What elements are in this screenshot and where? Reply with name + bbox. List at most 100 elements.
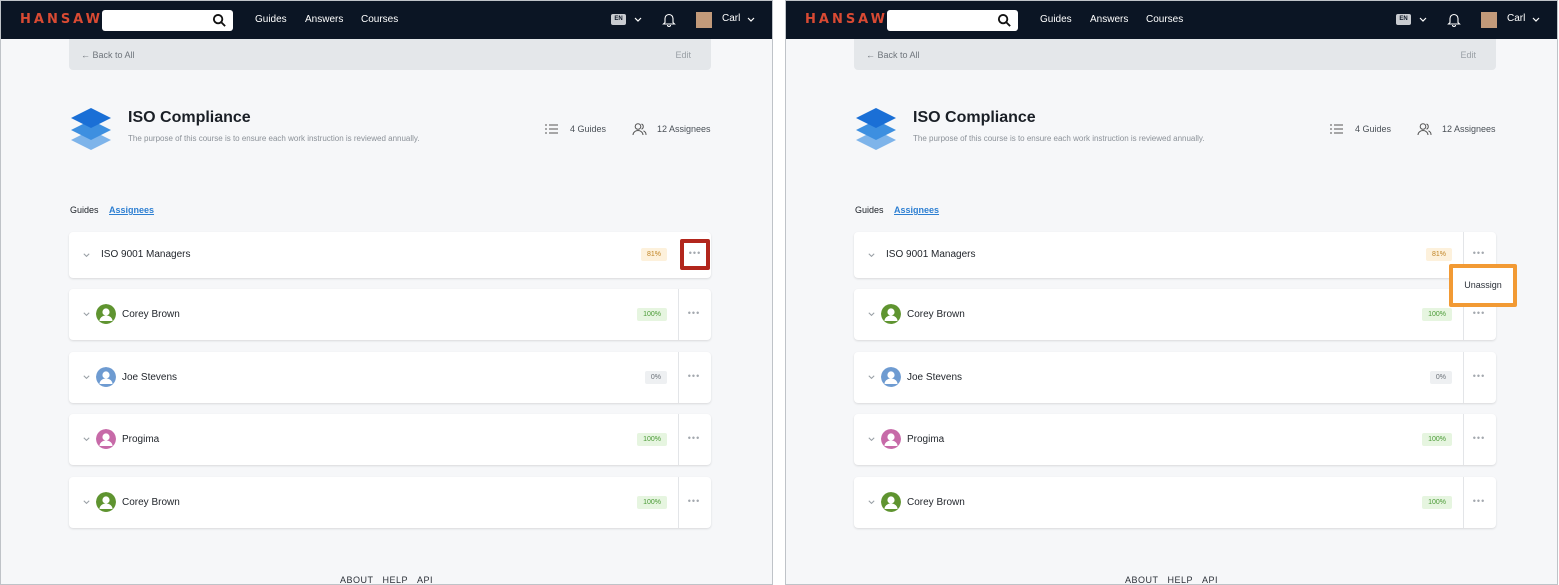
divider bbox=[1463, 414, 1464, 465]
progress-badge: 100% bbox=[637, 308, 667, 321]
user-avatar-icon bbox=[881, 429, 901, 449]
user-avatar-icon bbox=[96, 367, 116, 387]
divider bbox=[1463, 352, 1464, 403]
user-avatar-icon bbox=[881, 492, 901, 512]
course-description: The purpose of this course is to ensure … bbox=[913, 134, 1205, 143]
chevron-down-icon[interactable] bbox=[1418, 15, 1428, 25]
more-options-icon[interactable]: ••• bbox=[687, 496, 701, 506]
assignee-row[interactable]: Progima 100% ••• bbox=[854, 414, 1496, 465]
options-dropdown-menu: Unassign bbox=[1449, 264, 1517, 307]
language-flag[interactable]: EN bbox=[1396, 14, 1411, 25]
row-name: ISO 9001 Managers bbox=[101, 249, 191, 260]
assignee-row[interactable]: Corey Brown 100% ••• bbox=[854, 289, 1496, 340]
nav-answers[interactable]: Answers bbox=[305, 14, 343, 25]
divider bbox=[678, 477, 679, 528]
assignee-row[interactable]: Joe Stevens 0% ••• bbox=[854, 352, 1496, 403]
nav-courses[interactable]: Courses bbox=[361, 14, 398, 25]
progress-badge: 0% bbox=[1429, 371, 1452, 384]
chevron-down-icon[interactable] bbox=[867, 435, 876, 444]
nav-guides[interactable]: Guides bbox=[255, 14, 287, 25]
progress-badge: 100% bbox=[637, 433, 667, 446]
chevron-down-icon[interactable] bbox=[82, 435, 91, 444]
more-options-icon[interactable]: ••• bbox=[1472, 433, 1486, 443]
more-options-icon[interactable]: ••• bbox=[687, 433, 701, 443]
search-input[interactable] bbox=[102, 10, 233, 31]
user-name[interactable]: Carl bbox=[722, 13, 740, 24]
edit-button[interactable]: Edit bbox=[675, 50, 691, 60]
footer-api-link[interactable]: API bbox=[417, 575, 433, 584]
unassign-menu-item[interactable]: Unassign bbox=[1453, 280, 1513, 290]
assignees-count: 12 Assignees bbox=[657, 124, 711, 134]
nav-courses[interactable]: Courses bbox=[1146, 14, 1183, 25]
bell-icon[interactable] bbox=[1446, 11, 1462, 28]
hansaw-logo[interactable]: HANSAW bbox=[805, 12, 888, 27]
assignee-row-group[interactable]: ISO 9001 Managers 81% bbox=[69, 232, 711, 278]
chevron-down-icon[interactable] bbox=[82, 373, 91, 382]
progress-badge: 0% bbox=[644, 371, 667, 384]
bell-icon[interactable] bbox=[661, 11, 677, 28]
users-icon bbox=[632, 123, 647, 136]
divider bbox=[1463, 477, 1464, 528]
row-name: ISO 9001 Managers bbox=[886, 249, 976, 260]
chevron-down-icon[interactable] bbox=[746, 15, 756, 25]
assignee-row-group[interactable]: ISO 9001 Managers 81% ••• bbox=[854, 232, 1496, 278]
assignee-row[interactable]: Corey Brown 100% ••• bbox=[69, 289, 711, 340]
chevron-down-icon[interactable] bbox=[82, 310, 91, 319]
chevron-down-icon[interactable] bbox=[82, 498, 91, 507]
progress-badge: 100% bbox=[1422, 496, 1452, 509]
chevron-down-icon[interactable] bbox=[82, 251, 91, 260]
back-to-all-link[interactable]: ← Back to All bbox=[81, 50, 135, 60]
footer-links: ABOUT HELP API bbox=[786, 575, 1557, 584]
edit-button[interactable]: Edit bbox=[1460, 50, 1476, 60]
chevron-down-icon[interactable] bbox=[867, 373, 876, 382]
row-name: Joe Stevens bbox=[907, 372, 963, 383]
assignee-row[interactable]: Corey Brown 100% ••• bbox=[69, 477, 711, 528]
footer-help-link[interactable]: HELP bbox=[1167, 575, 1193, 584]
user-avatar-icon bbox=[96, 492, 116, 512]
tab-guides[interactable]: Guides bbox=[855, 205, 884, 215]
course-layers-icon bbox=[856, 108, 896, 150]
hansaw-logo[interactable]: HANSAW bbox=[20, 12, 103, 27]
language-flag[interactable]: EN bbox=[611, 14, 626, 25]
assignee-row[interactable]: Progima 100% ••• bbox=[69, 414, 711, 465]
footer-about-link[interactable]: ABOUT bbox=[340, 575, 374, 584]
footer-api-link[interactable]: API bbox=[1202, 575, 1218, 584]
tab-guides[interactable]: Guides bbox=[70, 205, 99, 215]
user-name[interactable]: Carl bbox=[1507, 13, 1525, 24]
more-options-icon[interactable]: ••• bbox=[687, 308, 701, 318]
user-avatar[interactable] bbox=[696, 12, 712, 28]
nav-answers[interactable]: Answers bbox=[1090, 14, 1128, 25]
more-options-button-highlighted[interactable]: ••• bbox=[680, 239, 710, 270]
more-options-icon[interactable]: ••• bbox=[684, 248, 706, 258]
row-name: Progima bbox=[122, 434, 160, 445]
user-avatar[interactable] bbox=[1481, 12, 1497, 28]
footer-about-link[interactable]: ABOUT bbox=[1125, 575, 1159, 584]
divider bbox=[678, 352, 679, 403]
chevron-down-icon[interactable] bbox=[867, 310, 876, 319]
row-name: Joe Stevens bbox=[122, 372, 178, 383]
footer-help-link[interactable]: HELP bbox=[382, 575, 408, 584]
chevron-down-icon[interactable] bbox=[1531, 15, 1541, 25]
more-options-icon[interactable]: ••• bbox=[687, 371, 701, 381]
more-options-icon[interactable]: ••• bbox=[1472, 371, 1486, 381]
more-options-icon[interactable]: ••• bbox=[1472, 308, 1486, 318]
assignee-row[interactable]: Joe Stevens 0% ••• bbox=[69, 352, 711, 403]
top-nav-bar: HANSAW Guides Answers Courses EN Carl bbox=[1, 1, 772, 39]
search-icon[interactable] bbox=[997, 13, 1012, 28]
chevron-down-icon[interactable] bbox=[867, 251, 876, 260]
search-input[interactable] bbox=[887, 10, 1018, 31]
chevron-down-icon[interactable] bbox=[867, 498, 876, 507]
nav-guides[interactable]: Guides bbox=[1040, 14, 1072, 25]
chevron-down-icon[interactable] bbox=[633, 15, 643, 25]
tab-assignees[interactable]: Assignees bbox=[894, 205, 939, 215]
guides-count: 4 Guides bbox=[1355, 124, 1392, 134]
more-options-icon[interactable]: ••• bbox=[1472, 496, 1486, 506]
more-options-icon[interactable]: ••• bbox=[1472, 248, 1486, 258]
tab-assignees[interactable]: Assignees bbox=[109, 205, 154, 215]
list-icon bbox=[545, 124, 558, 134]
user-avatar-icon bbox=[881, 367, 901, 387]
back-to-all-link[interactable]: ← Back to All bbox=[866, 50, 920, 60]
assignee-row[interactable]: Corey Brown 100% ••• bbox=[854, 477, 1496, 528]
search-icon[interactable] bbox=[212, 13, 227, 28]
back-bar: ← Back to All Edit bbox=[69, 39, 711, 70]
